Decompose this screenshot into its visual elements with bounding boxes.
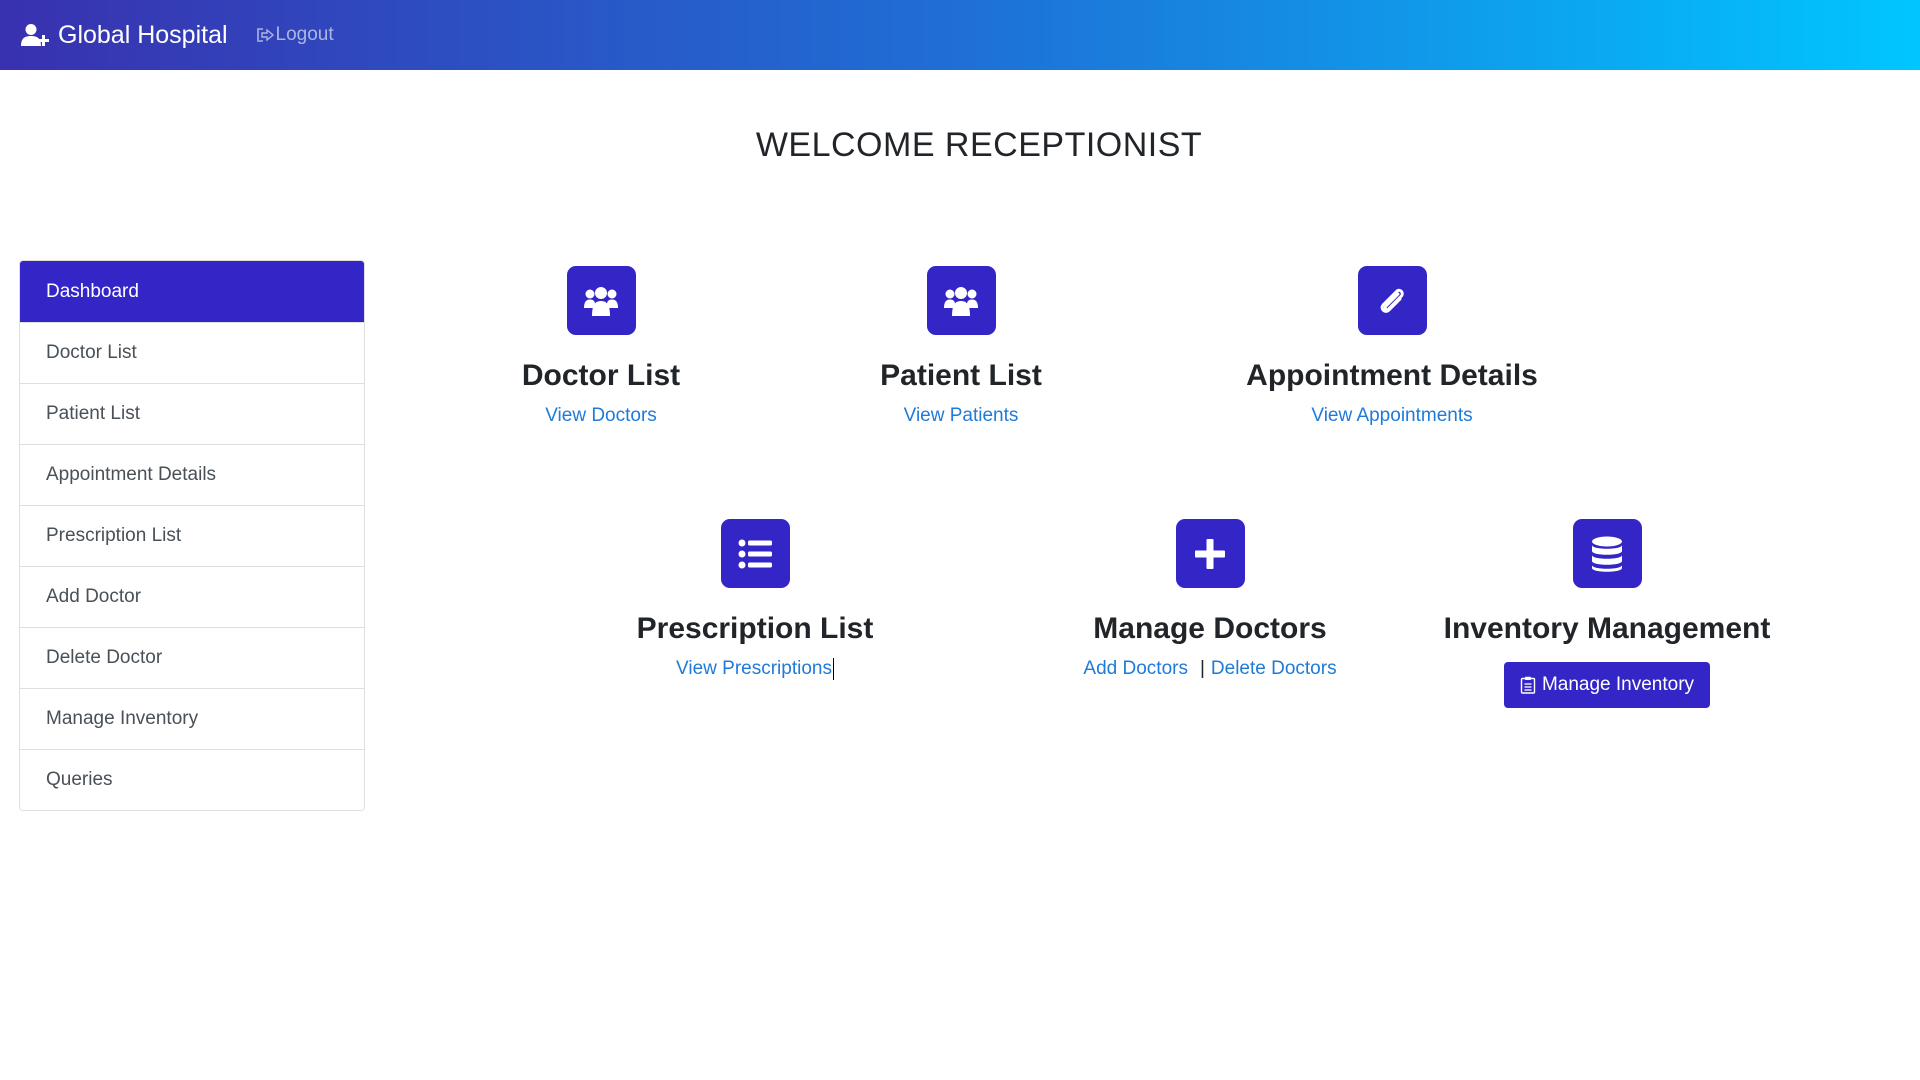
list-icon bbox=[738, 539, 772, 568]
appointment-details-title: Appointment Details bbox=[1246, 359, 1538, 392]
text-cursor bbox=[832, 658, 834, 680]
sidebar-item-add-doctor[interactable]: Add Doctor bbox=[20, 566, 364, 627]
sidebar-item-doctor-list[interactable]: Doctor List bbox=[20, 322, 364, 383]
brand-link[interactable]: Global Hospital bbox=[20, 21, 228, 50]
appointment-details-card-icon bbox=[1357, 266, 1427, 335]
sidebar-item-queries[interactable]: Queries bbox=[20, 749, 364, 810]
prescription-list-title: Prescription List bbox=[636, 612, 874, 645]
manage-doctors-card-icon bbox=[1175, 519, 1245, 588]
users-icon bbox=[944, 286, 978, 316]
patient-list-title: Patient List bbox=[880, 359, 1042, 392]
brand-name: Global Hospital bbox=[58, 20, 228, 49]
welcome-heading-row: WELCOME RECEPTIONIST bbox=[0, 126, 1920, 165]
sidebar-item-prescription-list[interactable]: Prescription List bbox=[20, 505, 364, 566]
page-title: WELCOME RECEPTIONIST bbox=[755, 126, 1203, 164]
prescription-list-card-icon bbox=[720, 519, 790, 588]
user-plus-icon bbox=[21, 24, 49, 46]
logout-label: Logout bbox=[275, 24, 334, 45]
doctor-list-card-icon bbox=[566, 266, 636, 335]
inventory-management-title: Inventory Management bbox=[1443, 612, 1771, 645]
sign-out-icon bbox=[256, 28, 274, 42]
paperclip-icon bbox=[1380, 288, 1404, 313]
clipboard-icon bbox=[1520, 676, 1536, 694]
link-separator: | bbox=[1199, 658, 1205, 679]
appointment-details-card: Appointment Details View Appointments bbox=[1192, 266, 1592, 427]
manage-doctors-title: Manage Doctors bbox=[1093, 612, 1327, 645]
top-navbar: Global Hospital Logout bbox=[0, 0, 1920, 70]
patient-list-card-icon bbox=[926, 266, 996, 335]
delete-doctors-link[interactable]: Delete Doctors bbox=[1211, 658, 1337, 680]
database-icon bbox=[1592, 536, 1622, 572]
view-patients-link[interactable]: View Patients bbox=[904, 405, 1019, 427]
inventory-management-card-icon bbox=[1572, 519, 1642, 588]
manage-doctors-card: Manage Doctors Add Doctors | Delete Doct… bbox=[1060, 519, 1360, 680]
sidebar-item-delete-doctor[interactable]: Delete Doctor bbox=[20, 627, 364, 688]
logout-link[interactable]: Logout bbox=[256, 24, 334, 46]
manage-inventory-label: Manage Inventory bbox=[1541, 674, 1695, 695]
manage-inventory-button[interactable]: Manage Inventory bbox=[1503, 662, 1711, 708]
doctor-list-title: Doctor List bbox=[521, 359, 681, 392]
users-icon bbox=[584, 286, 618, 316]
prescription-list-card: Prescription List View Prescriptions bbox=[605, 519, 905, 680]
view-appointments-link[interactable]: View Appointments bbox=[1311, 405, 1472, 427]
add-doctors-link[interactable]: Add Doctors bbox=[1083, 658, 1188, 680]
plus-icon bbox=[1195, 538, 1225, 569]
sidebar-item-appointment-details[interactable]: Appointment Details bbox=[20, 444, 364, 505]
patient-list-card: Patient List View Patients bbox=[811, 266, 1111, 427]
view-doctors-link[interactable]: View Doctors bbox=[545, 405, 657, 427]
view-prescriptions-link[interactable]: View Prescriptions bbox=[676, 658, 832, 680]
sidebar-list: Dashboard Doctor List Patient List Appoi… bbox=[19, 260, 365, 811]
inventory-management-card: Inventory Management Manage Inventory bbox=[1407, 519, 1807, 708]
sidebar-item-dashboard[interactable]: Dashboard bbox=[20, 261, 364, 322]
sidebar-item-patient-list[interactable]: Patient List bbox=[20, 383, 364, 444]
sidebar-item-manage-inventory[interactable]: Manage Inventory bbox=[20, 688, 364, 749]
doctor-list-card: Doctor List View Doctors bbox=[451, 266, 751, 427]
